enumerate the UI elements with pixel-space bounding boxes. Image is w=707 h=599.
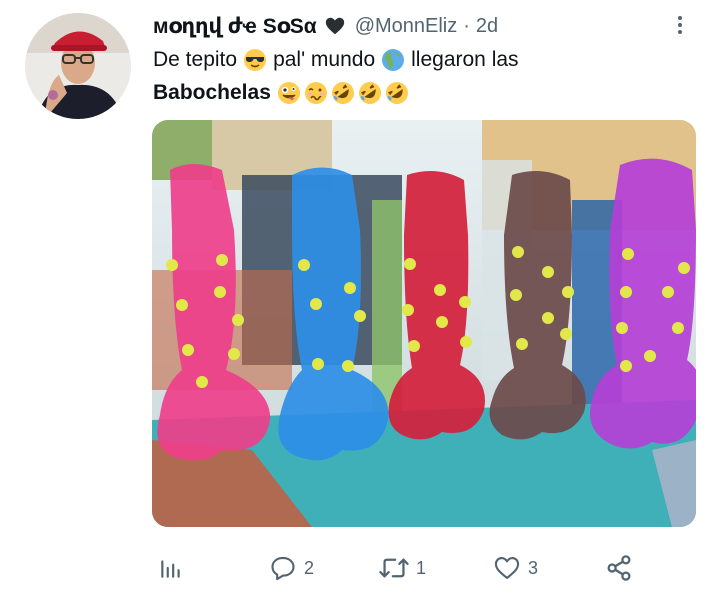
black-heart-icon — [325, 17, 344, 35]
rolling-laughing-emoji-icon — [331, 82, 354, 104]
share-icon — [607, 555, 631, 581]
rolling-laughing-emoji-icon — [385, 82, 408, 104]
separator-dot: · — [463, 14, 470, 37]
tweet-actions-bar: 2 1 3 — [152, 548, 652, 588]
tweet-text-part: llegaron las — [411, 48, 519, 71]
rolling-laughing-emoji-icon — [358, 82, 381, 104]
more-dot-icon — [678, 16, 682, 20]
retweet-icon — [379, 558, 409, 578]
heart-outline-icon — [494, 557, 520, 579]
tweet-media-photo[interactable] — [152, 120, 696, 527]
display-name[interactable]: ᴍօղղվ ժҽ SօSα — [153, 14, 317, 39]
like-count: 3 — [528, 557, 539, 578]
globe-americas-emoji-icon — [382, 49, 405, 71]
tweet-text-part: De tepito — [153, 48, 238, 71]
more-dot-icon — [678, 30, 682, 34]
author-avatar[interactable] — [25, 13, 131, 119]
woozy-face-emoji-icon — [304, 82, 327, 104]
user-handle[interactable]: @MonnEliz — [355, 15, 458, 38]
tweet-text-part: pal' mundo — [273, 48, 376, 71]
retweet-count: 1 — [416, 557, 427, 578]
share-button[interactable] — [604, 548, 634, 588]
avatar-photo — [25, 13, 131, 119]
views-chart-icon — [161, 560, 180, 578]
retweet-button[interactable]: 1 — [378, 548, 426, 588]
sunglasses-emoji-icon — [244, 49, 267, 71]
tweet-text-line-2: Babochelas — [153, 79, 409, 107]
more-options-button[interactable] — [668, 10, 692, 40]
reply-icon — [271, 557, 295, 581]
like-button[interactable]: 3 — [492, 548, 538, 588]
tweet-text-bold: Babochelas — [153, 81, 271, 104]
tweet-header: ᴍօղղվ ժҽ SօSα @MonnEliz · 2d — [153, 12, 498, 40]
more-dot-icon — [678, 23, 682, 27]
timestamp[interactable]: 2d — [476, 15, 498, 38]
views-button[interactable] — [158, 548, 184, 588]
tweet-text-line-1: De tepito pal' mundo llegaron las — [153, 46, 519, 74]
zany-face-emoji-icon — [277, 82, 300, 104]
photo-image — [152, 120, 696, 527]
reply-button[interactable]: 2 — [268, 548, 314, 588]
reply-count: 2 — [304, 557, 315, 578]
